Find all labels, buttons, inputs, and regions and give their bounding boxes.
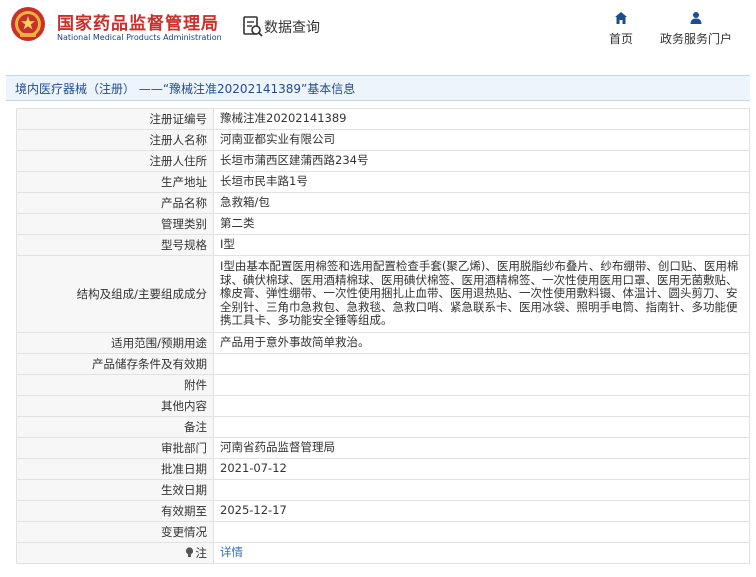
nav-home[interactable]: 首页 bbox=[604, 11, 638, 49]
field-value: 第二类 bbox=[213, 213, 750, 235]
table-row: 批准日期 2021-07-12 bbox=[16, 458, 750, 480]
table-row: 变更情况 bbox=[16, 521, 750, 543]
brand-title-cn: 国家药品监督管理局 bbox=[57, 14, 219, 34]
field-label: 产品名称 bbox=[16, 192, 214, 214]
field-value: 长垣市民丰路1号 bbox=[213, 171, 750, 193]
table-row: 管理类别 第二类 bbox=[16, 213, 750, 235]
table-row: 产品名称 急救箱/包 bbox=[16, 192, 750, 214]
table-row: 适用范围/预期用途 产品用于意外事故简单救治。 bbox=[16, 332, 750, 354]
field-value bbox=[213, 479, 750, 501]
field-label: 产品储存条件及有效期 bbox=[16, 353, 214, 375]
field-label: 结构及组成/主要组成成分 bbox=[16, 255, 214, 333]
nav-service-portal[interactable]: 政务服务门户 bbox=[656, 11, 736, 49]
field-value: 2025-12-17 bbox=[213, 500, 750, 522]
table-row: 审批部门 河南省药品监督管理局 bbox=[16, 437, 750, 459]
field-label: 备注 bbox=[16, 416, 214, 438]
table-row: 型号规格 Ⅰ型 bbox=[16, 234, 750, 256]
table-row: 产品储存条件及有效期 bbox=[16, 353, 750, 375]
table-row: 附件 bbox=[16, 374, 750, 396]
table-row: 生效日期 bbox=[16, 479, 750, 501]
field-label: 适用范围/预期用途 bbox=[16, 332, 214, 354]
field-value bbox=[213, 374, 750, 396]
field-label: 型号规格 bbox=[16, 234, 214, 256]
field-label: 生产地址 bbox=[16, 171, 214, 193]
note-label: 注 bbox=[195, 546, 208, 560]
field-value: 长垣市蒲西区建蒲西路234号 bbox=[213, 150, 750, 172]
field-label: 管理类别 bbox=[16, 213, 214, 235]
user-icon bbox=[690, 12, 702, 24]
field-value bbox=[213, 521, 750, 543]
table-row: 备注 bbox=[16, 416, 750, 438]
field-value bbox=[213, 395, 750, 417]
field-value: Ⅰ型由基本配置医用棉签和选用配置检查手套(聚乙烯)、医用脱脂纱布叠片、纱布绷带、… bbox=[213, 255, 750, 333]
field-value bbox=[213, 416, 750, 438]
data-query-icon[interactable] bbox=[243, 16, 263, 38]
field-label: 注册人住所 bbox=[16, 150, 214, 172]
field-value: 急救箱/包 bbox=[213, 192, 750, 214]
table-row: 生产地址 长垣市民丰路1号 bbox=[16, 171, 750, 193]
table-row: 其他内容 bbox=[16, 395, 750, 417]
field-label: 注册证编号 bbox=[16, 108, 214, 130]
table-row: 有效期至 2025-12-17 bbox=[16, 500, 750, 522]
field-label: 有效期至 bbox=[16, 500, 214, 522]
record-title-bar: 境内医疗器械（注册） ——“豫械注准20202141389”基本信息 bbox=[6, 75, 750, 101]
field-label: 批准日期 bbox=[16, 458, 214, 480]
site-header: 国家药品监督管理局 National Medical Products Admi… bbox=[0, 0, 756, 58]
table-row: 注册人名称 河南亚都实业有限公司 bbox=[16, 129, 750, 151]
nav-portal-label: 政务服务门户 bbox=[659, 32, 732, 46]
field-value: 豫械注准20202141389 bbox=[213, 108, 750, 130]
field-label: 变更情况 bbox=[16, 521, 214, 543]
data-query-label[interactable]: 数据查询 bbox=[264, 17, 320, 37]
field-label: 其他内容 bbox=[16, 395, 214, 417]
brand-title-en: National Medical Products Administration bbox=[57, 33, 222, 42]
registration-info-table: 注册证编号 豫械注准20202141389 注册人名称 河南亚都实业有限公司 注册人… bbox=[16, 108, 750, 564]
nav-home-label: 首页 bbox=[608, 32, 633, 46]
field-value: 产品用于意外事故简单救治。 bbox=[213, 332, 750, 354]
table-row: 注册人住所 长垣市蒲西区建蒲西路234号 bbox=[16, 150, 750, 172]
table-row: 注 详情 bbox=[16, 542, 750, 564]
field-label: 生效日期 bbox=[16, 479, 214, 501]
field-value: 详情 bbox=[213, 542, 750, 564]
table-row: 注册证编号 豫械注准20202141389 bbox=[16, 108, 750, 130]
field-label: 审批部门 bbox=[16, 437, 214, 459]
field-value: 2021-07-12 bbox=[213, 458, 750, 480]
field-label: 注 bbox=[16, 542, 214, 564]
field-value bbox=[213, 353, 750, 375]
field-value: Ⅰ型 bbox=[213, 234, 750, 256]
field-value: 河南亚都实业有限公司 bbox=[213, 129, 750, 151]
field-value: 河南省药品监督管理局 bbox=[213, 437, 750, 459]
field-label: 附件 bbox=[16, 374, 214, 396]
lightbulb-icon bbox=[185, 547, 193, 557]
home-icon bbox=[615, 12, 627, 24]
record-title: 境内医疗器械（注册） ——“豫械注准20202141389”基本信息 bbox=[15, 82, 356, 96]
table-row: 结构及组成/主要组成成分 Ⅰ型由基本配置医用棉签和选用配置检查手套(聚乙烯)、医用… bbox=[16, 255, 750, 333]
details-link[interactable]: 详情 bbox=[220, 545, 243, 560]
field-label: 注册人名称 bbox=[16, 129, 214, 151]
national-emblem-icon bbox=[11, 7, 45, 41]
